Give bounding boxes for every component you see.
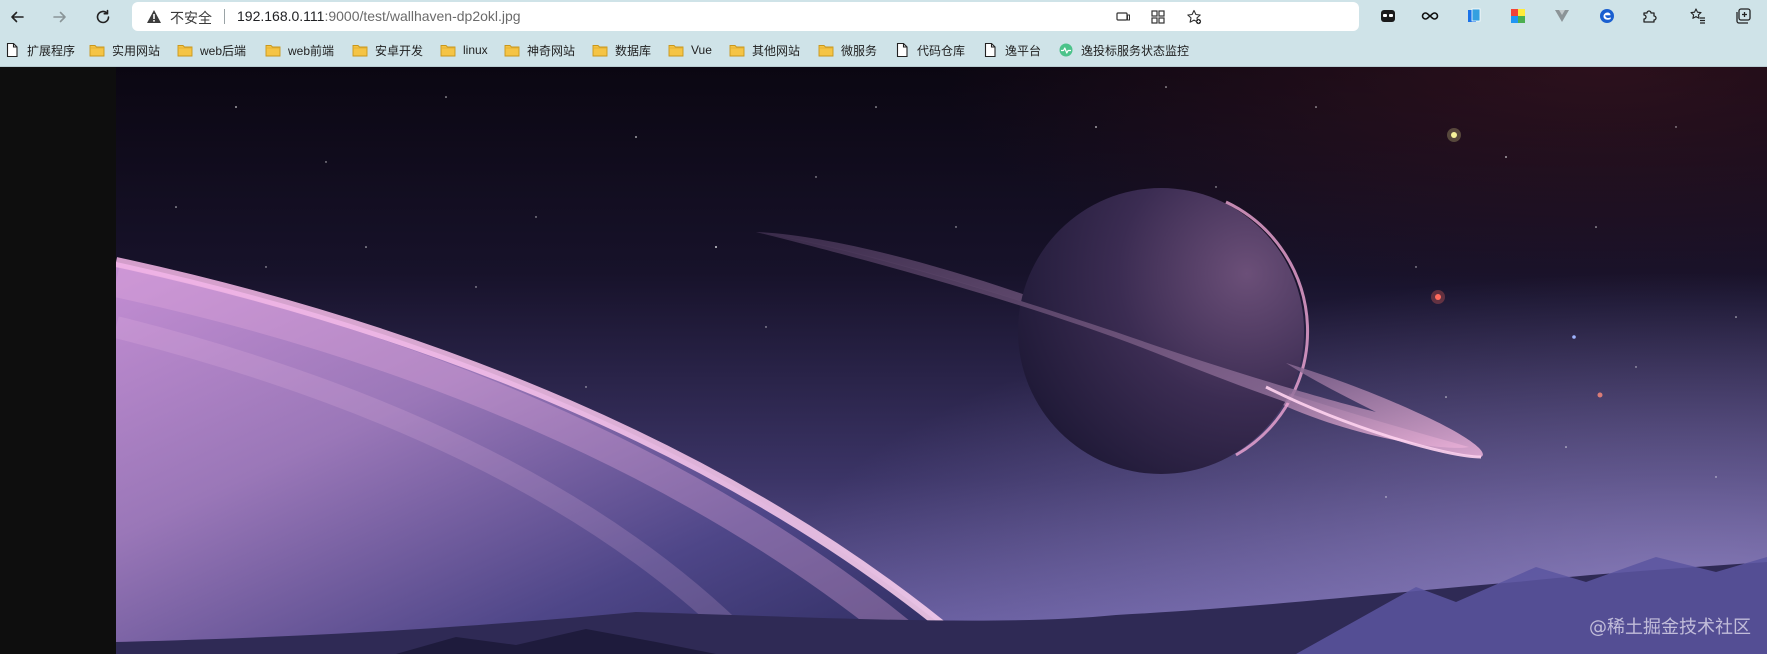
bookmark-folder-web-backend[interactable]: web后端 bbox=[177, 41, 246, 59]
extension-mask-icon bbox=[1381, 10, 1395, 22]
extension-button-6[interactable] bbox=[1596, 5, 1618, 27]
image-viewer: @稀土掘金技术社区 bbox=[0, 67, 1767, 654]
collections-icon bbox=[1736, 8, 1751, 24]
bookmark-label: linux bbox=[463, 43, 488, 57]
bookmark-folder-database[interactable]: 数据库 bbox=[592, 41, 651, 59]
edge-e-icon bbox=[1600, 9, 1614, 23]
bookmark-label: 逸平台 bbox=[1005, 43, 1042, 58]
bookmark-label: 其他网站 bbox=[752, 43, 801, 58]
bookmark-label: Vue bbox=[691, 43, 712, 57]
arrow-left-icon bbox=[11, 11, 24, 23]
bookmark-yi-platform[interactable]: 逸平台 bbox=[982, 41, 1041, 59]
apps-button[interactable] bbox=[1148, 7, 1168, 27]
bookmark-label: 逸投标服务状态监控 bbox=[1081, 43, 1190, 58]
folder-icon bbox=[89, 45, 105, 57]
bookmark-folder-web-frontend[interactable]: web前端 bbox=[265, 41, 334, 59]
folder-icon bbox=[352, 45, 368, 57]
watermark-text: @稀土掘金技术社区 bbox=[1589, 617, 1751, 638]
puzzle-icon bbox=[1643, 10, 1657, 23]
bookmark-folder-android-dev[interactable]: 安卓开发 bbox=[352, 41, 423, 59]
reload-button[interactable] bbox=[89, 3, 117, 31]
extension-button-2[interactable] bbox=[1419, 5, 1441, 27]
folder-icon bbox=[504, 45, 520, 57]
bookmarks-bar: 扩展程序 实用网站 web后端 web前端 安卓开发 linux 神奇网站 数据… bbox=[0, 33, 1767, 67]
bookmark-label: 微服务 bbox=[841, 43, 878, 58]
bookmark-extensions[interactable]: 扩展程序 bbox=[4, 41, 75, 59]
folder-icon bbox=[592, 45, 608, 57]
cast-button[interactable] bbox=[1113, 7, 1133, 27]
bookmark-folder-other-sites[interactable]: 其他网站 bbox=[729, 41, 800, 59]
extension-button-5[interactable] bbox=[1551, 5, 1573, 27]
extension-button-1[interactable] bbox=[1377, 5, 1399, 27]
book-icon bbox=[1468, 8, 1481, 22]
bookmark-folder-microservices[interactable]: 微服务 bbox=[818, 41, 877, 59]
security-status-label[interactable]: 不安全 bbox=[170, 8, 212, 28]
folder-icon bbox=[440, 45, 456, 57]
extension-button-3[interactable] bbox=[1463, 5, 1485, 27]
bookmark-label: 实用网站 bbox=[112, 43, 161, 58]
url-host: 192.168.0.111 bbox=[237, 8, 325, 24]
bookmark-folder-amazing-sites[interactable]: 神奇网站 bbox=[504, 41, 575, 59]
address-separator bbox=[224, 9, 225, 24]
forward-button[interactable] bbox=[46, 3, 74, 31]
bookmark-label: 数据库 bbox=[615, 43, 652, 58]
color-grid-icon bbox=[1511, 9, 1525, 23]
vue-v-icon bbox=[1555, 10, 1569, 22]
pulse-icon bbox=[1059, 43, 1073, 57]
favorites-button[interactable] bbox=[1687, 5, 1709, 27]
bookmark-folder-linux[interactable]: linux bbox=[440, 41, 488, 59]
bookmark-service-monitor[interactable]: 逸投标服务状态监控 bbox=[1058, 41, 1189, 59]
bookmark-code-repo[interactable]: 代码仓库 bbox=[894, 41, 965, 59]
add-favorite-button[interactable] bbox=[1184, 7, 1204, 27]
address-bar[interactable]: 不安全 192.168.0.111:9000/test/wallhaven-dp… bbox=[132, 2, 1359, 31]
browser-toolbar: 不安全 192.168.0.111:9000/test/wallhaven-dp… bbox=[0, 0, 1767, 33]
reload-icon bbox=[96, 9, 110, 24]
warning-icon[interactable] bbox=[146, 9, 162, 24]
bookmark-folder-vue[interactable]: Vue bbox=[668, 41, 712, 59]
favorites-list-icon bbox=[1690, 8, 1705, 24]
extension-button-4[interactable] bbox=[1507, 5, 1529, 27]
bookmark-label: web后端 bbox=[200, 43, 247, 58]
url-path: :9000/test/wallhaven-dp2okl.jpg bbox=[324, 8, 521, 24]
folder-icon bbox=[818, 45, 834, 57]
arrow-right-icon bbox=[53, 11, 66, 23]
page-icon bbox=[896, 43, 908, 57]
wallpaper-image[interactable] bbox=[116, 67, 1767, 654]
back-button[interactable] bbox=[3, 3, 31, 31]
folder-icon bbox=[668, 45, 684, 57]
infinity-icon bbox=[1421, 12, 1439, 20]
page-icon bbox=[984, 43, 996, 57]
folder-icon bbox=[177, 45, 193, 57]
bookmark-label: 安卓开发 bbox=[375, 43, 424, 58]
bookmark-label: 神奇网站 bbox=[527, 43, 576, 58]
grid-app-icon bbox=[1151, 10, 1165, 24]
url-text[interactable]: 192.168.0.111:9000/test/wallhaven-dp2okl… bbox=[237, 8, 521, 24]
bookmark-label: 代码仓库 bbox=[917, 43, 966, 58]
star-add-icon bbox=[1187, 9, 1202, 25]
extensions-menu-button[interactable] bbox=[1639, 5, 1661, 27]
bookmark-label: web前端 bbox=[288, 43, 335, 58]
folder-icon bbox=[729, 45, 745, 57]
collections-button[interactable] bbox=[1732, 5, 1754, 27]
folder-icon bbox=[265, 45, 281, 57]
page-icon bbox=[6, 43, 18, 57]
bookmark-folder-useful-sites[interactable]: 实用网站 bbox=[89, 41, 160, 59]
bookmark-label: 扩展程序 bbox=[27, 43, 76, 58]
screen-cast-icon bbox=[1116, 12, 1130, 21]
